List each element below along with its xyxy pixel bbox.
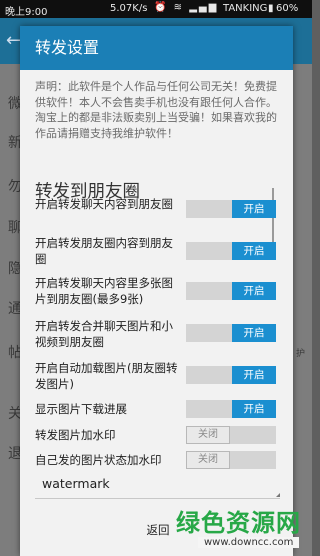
status-time: 晚上9:00 — [5, 7, 48, 18]
network-speed: 5.07K/s — [110, 3, 148, 14]
toggle-state: 关闭 — [186, 451, 230, 469]
setting-label: 开启转发朋友圈内容到朋友圈 — [35, 236, 173, 266]
background-fragment: 护 — [296, 349, 306, 359]
carrier-name: TANKING — [223, 3, 268, 14]
setting-label: 开启转发合并聊天图片和小视频到朋友圈 — [35, 319, 173, 349]
watermark-url: www.downcc.com — [198, 537, 300, 548]
dropdown-arrow-icon — [276, 493, 280, 497]
back-button[interactable]: 返回 — [138, 518, 178, 542]
toggle-forward-chat[interactable]: 开启 — [186, 200, 276, 218]
dialog-title: 转发设置 — [20, 26, 293, 70]
battery-level: 60% — [276, 3, 299, 14]
toggle-forward-moments[interactable]: 开启 — [186, 242, 276, 260]
setting-label: 转发图片加水印 — [35, 428, 116, 442]
watermark-name: 绿色资源网 — [176, 509, 301, 537]
watermark-select-value: watermark — [42, 476, 110, 491]
toggle-state: 开启 — [232, 282, 276, 300]
setting-label: 开启转发聊天内容里多张图片到朋友圈(最多9张) — [35, 276, 173, 306]
toggle-forward-multi-images[interactable]: 开启 — [186, 282, 276, 300]
setting-label: 开启自动加载图片(朋友圈转发图片) — [35, 361, 178, 391]
setting-label: 自己发的图片状态加水印 — [35, 453, 162, 467]
watermark-select[interactable]: watermark — [35, 476, 280, 499]
toggle-state: 开启 — [232, 366, 276, 384]
back-arrow-icon: ← — [6, 30, 22, 51]
settings-dialog: 转发设置 声明：此软件是个人作品与任何公司无关！免费提供软件！本人不会售卖手机也… — [20, 26, 293, 556]
setting-label: 显示图片下载进展 — [35, 402, 127, 416]
toggle-forward-merged[interactable]: 开启 — [186, 324, 276, 342]
alarm-wifi-signal-icons: ⏰ ≋ ▂▄▆ — [154, 2, 219, 13]
toggle-show-download-progress[interactable]: 开启 — [186, 400, 276, 418]
toggle-state: 关闭 — [186, 426, 230, 444]
toggle-own-image-watermark[interactable]: 关闭 — [186, 451, 276, 469]
battery-icon: ▮ — [268, 3, 274, 14]
site-watermark: 绿色资源网 www.downcc.com — [176, 503, 312, 556]
status-bar: 晚上9:00 5.07K/s ⏰ ≋ ▂▄▆ TANKING ▮ 60% — [0, 0, 312, 18]
toggle-state: 开启 — [232, 400, 276, 418]
toggle-state: 开启 — [232, 324, 276, 342]
disclaimer-text: 声明：此软件是个人作品与任何公司无关！免费提供软件！本人不会售卖手机也没有跟任何… — [35, 80, 277, 140]
toggle-auto-load-images[interactable]: 开启 — [186, 366, 276, 384]
scrollbar[interactable] — [272, 188, 274, 250]
setting-label: 开启转发聊天内容到朋友圈 — [35, 197, 173, 211]
toggle-image-watermark[interactable]: 关闭 — [186, 426, 276, 444]
toggle-state: 开启 — [232, 242, 276, 260]
toggle-state: 开启 — [232, 200, 276, 218]
